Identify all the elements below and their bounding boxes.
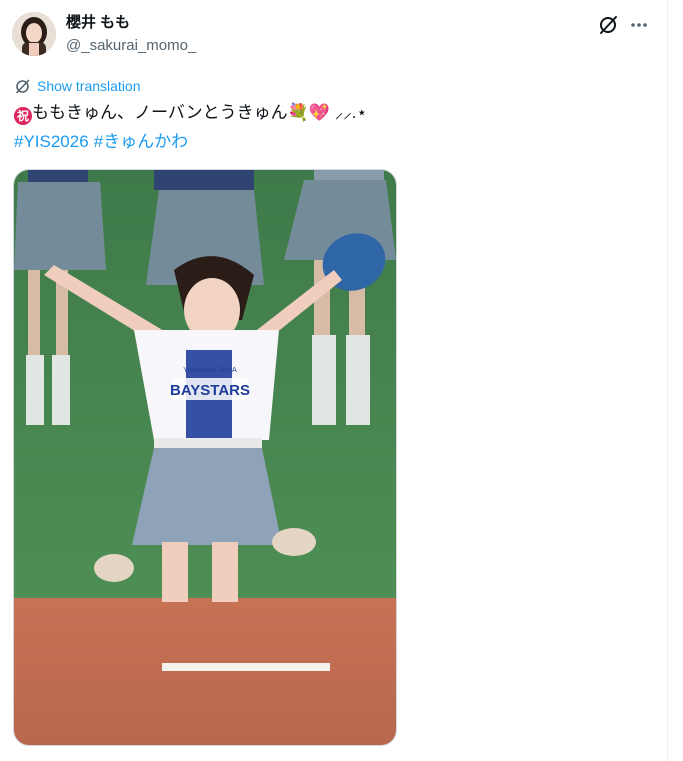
hashtag-row: #YIS2026 #きゅんかわ	[14, 130, 193, 154]
column-divider	[667, 0, 668, 761]
celebration-emoji: 祝	[14, 107, 32, 125]
more-horizontal-icon[interactable]	[626, 12, 652, 38]
tweet-photo[interactable]: Yokohama DeNA BAYSTARS	[13, 169, 397, 746]
show-translation-link[interactable]: Show translation	[14, 77, 141, 95]
avatar-image	[12, 12, 56, 56]
tweet-post: 櫻井 もも @_sakurai_momo_ Show translation 祝…	[0, 0, 667, 761]
jersey-sub-text: Yokohama DeNA	[183, 367, 237, 374]
tweet-text: 祝ももきゅん、ノーバンとうきゅん💐💖 ⸝⸝.⋆	[14, 101, 367, 125]
tweet-text-body: ももきゅん、ノーバンとうきゅん	[32, 103, 288, 122]
author-display-name[interactable]: 櫻井 もも	[66, 13, 130, 33]
jersey-text: BAYSTARS	[170, 382, 250, 399]
translate-icon	[16, 79, 30, 93]
hashtag-link[interactable]: #きゅんかわ	[94, 132, 188, 151]
author-handle[interactable]: @_sakurai_momo_	[66, 36, 196, 56]
emoji-trail: 💐💖 ⸝⸝.⋆	[287, 103, 368, 122]
avatar[interactable]	[12, 12, 56, 56]
translate-slash-icon[interactable]	[595, 12, 621, 38]
show-translation-label: Show translation	[37, 78, 141, 94]
photo-image: Yokohama DeNA BAYSTARS	[14, 170, 396, 745]
hashtag-link[interactable]: #YIS2026	[14, 132, 89, 151]
